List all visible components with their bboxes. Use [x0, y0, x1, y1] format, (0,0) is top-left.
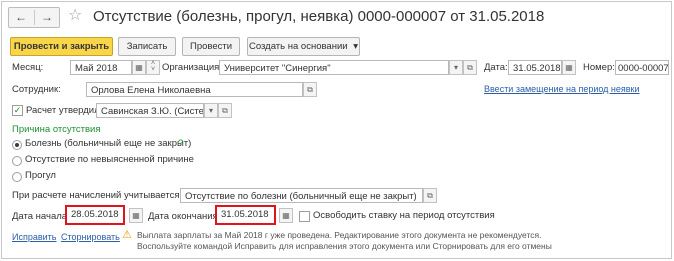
- calendar-icon[interactable]: ▦: [132, 60, 146, 75]
- employee-label: Сотрудник:: [12, 84, 61, 95]
- number-field[interactable]: 0000-00007: [615, 60, 669, 75]
- post-button[interactable]: Провести: [182, 37, 240, 56]
- date-field[interactable]: 31.05.2018: [508, 60, 562, 75]
- enter-replacement-link[interactable]: Ввести замещение на период неявки: [484, 83, 640, 95]
- month-label: Месяц:: [12, 62, 44, 73]
- fix-link[interactable]: Исправить: [12, 231, 56, 243]
- reason-label-truancy: Прогул: [25, 170, 56, 181]
- month-field[interactable]: Май 2018: [70, 60, 132, 75]
- reason-label-unexplained: Отсутствие по невыясненной причине: [25, 154, 194, 165]
- approved-label: Расчет утвердил: [26, 105, 100, 116]
- organization-field[interactable]: Университет "Синергия": [219, 60, 449, 75]
- approved-by-field[interactable]: Савинская З.Ю. (Систем: [96, 103, 204, 118]
- organization-label: Организация:: [162, 62, 222, 73]
- post-and-close-button[interactable]: Провести и закрыть: [10, 37, 113, 56]
- start-date-label: Дата начала:: [12, 211, 70, 222]
- accrual-type-label: При расчете начислений учитывается как:: [12, 190, 199, 201]
- create-based-on-label: Создать на основании: [249, 41, 348, 52]
- favorite-star-icon[interactable]: ☆: [68, 6, 82, 26]
- create-based-on-button[interactable]: Создать на основании ▾: [247, 37, 360, 56]
- reverse-link[interactable]: Сторнировать: [61, 231, 120, 243]
- accrual-type-open-icon[interactable]: ⧉: [423, 188, 437, 203]
- warning-text-line-2: Воспользуйте командой Исправить для испр…: [137, 241, 552, 251]
- approved-select-icon[interactable]: ▾: [204, 103, 218, 118]
- warning-text-line-1: Выплата зарплаты за Май 2018 г уже прове…: [137, 230, 542, 240]
- reason-radio-truancy[interactable]: [12, 172, 22, 182]
- employee-open-icon[interactable]: ⧉: [303, 82, 317, 97]
- accrual-type-field[interactable]: Отсутствие по болезни (больничный еще не…: [180, 188, 423, 203]
- chevron-down-icon: ▾: [353, 41, 358, 52]
- start-date-field[interactable]: 28.05.2018: [65, 205, 125, 225]
- organization-select-icon[interactable]: ▾: [449, 60, 463, 75]
- forward-arrow-icon[interactable]: →: [35, 8, 59, 27]
- page-title: Отсутствие (болезнь, прогул, неявка) 000…: [93, 8, 545, 25]
- employee-field[interactable]: Орлова Елена Николаевна: [86, 82, 303, 97]
- approved-checkbox[interactable]: ✓: [12, 105, 23, 116]
- date-label: Дата:: [484, 62, 508, 73]
- navigation-buttons: ← →: [8, 7, 60, 28]
- end-date-label: Дата окончания:: [148, 211, 221, 222]
- stepper-down-icon[interactable]: ˅: [147, 66, 159, 73]
- date-calendar-icon[interactable]: ▦: [562, 60, 576, 75]
- approved-open-icon[interactable]: ⧉: [218, 103, 232, 118]
- reason-radio-sick[interactable]: [12, 140, 22, 150]
- reason-label-sick: Болезнь (больничный еще не закрыт): [25, 138, 192, 149]
- back-arrow-icon[interactable]: ←: [9, 8, 33, 27]
- end-date-field[interactable]: 31.05.2018: [215, 205, 276, 225]
- free-rate-label: Освободить ставку на период отсутствия: [313, 210, 495, 221]
- save-button[interactable]: Записать: [118, 37, 176, 56]
- month-stepper[interactable]: ˄ ˅: [146, 60, 160, 75]
- end-date-calendar-icon[interactable]: ▦: [279, 208, 293, 223]
- help-icon[interactable]: ?: [178, 137, 183, 151]
- number-label: Номер:: [583, 62, 615, 73]
- warning-icon: ⚠: [122, 229, 132, 241]
- free-rate-checkbox[interactable]: [299, 211, 310, 222]
- reason-radio-unexplained[interactable]: [12, 156, 22, 166]
- start-date-calendar-icon[interactable]: ▦: [129, 208, 143, 223]
- organization-open-icon[interactable]: ⧉: [463, 60, 477, 75]
- absence-reason-section-label: Причина отсутствия: [12, 124, 101, 135]
